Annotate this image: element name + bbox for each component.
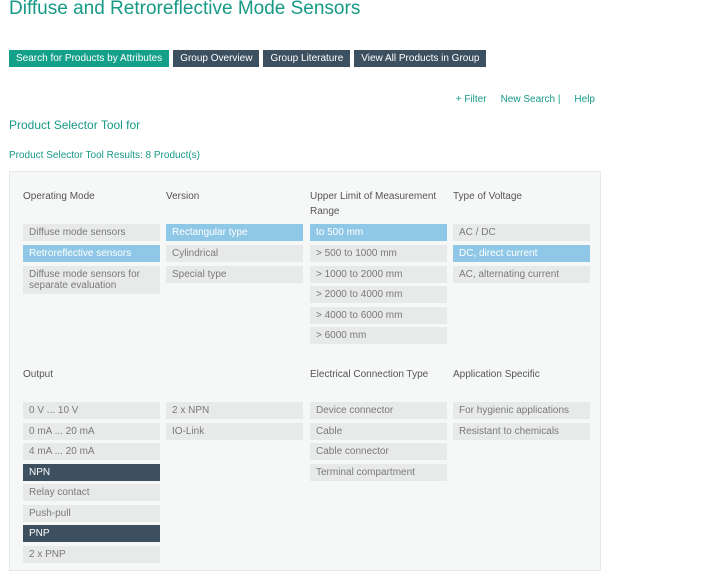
option-cable-connector[interactable]: Cable connector xyxy=(310,443,447,460)
group-tabs: Search for Products by Attributes Group … xyxy=(9,50,490,67)
option-device-connector[interactable]: Device connector xyxy=(310,402,447,419)
option-to-500[interactable]: to 500 mm xyxy=(310,224,447,241)
filter-panel: Operating Mode Diffuse mode sensors Retr… xyxy=(9,171,601,571)
filter-link[interactable]: + Filter xyxy=(456,94,487,105)
voltage-column: Type of Voltage AC / DC DC, direct curre… xyxy=(453,189,590,283)
page-title: Diffuse and Retroreflective Mode Sensors xyxy=(9,0,361,19)
option-4-20ma[interactable]: 4 mA ... 20 mA xyxy=(23,443,160,460)
option-2x-pnp[interactable]: 2 x PNP xyxy=(23,546,160,563)
section-title: Product Selector Tool for xyxy=(9,118,141,132)
option-diffuse-separate[interactable]: Diffuse mode sensors for separate evalua… xyxy=(23,266,160,294)
operating-mode-column: Operating Mode Diffuse mode sensors Retr… xyxy=(23,189,160,294)
option-0-10v[interactable]: 0 V ... 10 V xyxy=(23,402,160,419)
option-cylindrical[interactable]: Cylindrical xyxy=(166,245,303,262)
tab-group-literature[interactable]: Group Literature xyxy=(263,50,351,67)
help-link[interactable]: Help xyxy=(574,94,595,105)
option-2000-4000[interactable]: > 2000 to 4000 mm xyxy=(310,286,447,303)
output-heading: Output xyxy=(23,369,54,380)
option-io-link[interactable]: IO-Link xyxy=(166,423,303,440)
option-cable[interactable]: Cable xyxy=(310,423,447,440)
toolbar-links: + Filter New Search | Help xyxy=(456,94,595,105)
tab-group-overview[interactable]: Group Overview xyxy=(173,50,260,67)
option-npn[interactable]: NPN xyxy=(23,464,160,481)
option-ac-dc[interactable]: AC / DC xyxy=(453,224,590,241)
option-terminal-compartment[interactable]: Terminal compartment xyxy=(310,464,447,481)
output-column: Output 0 V ... 10 V 0 mA ... 20 mA 4 mA … xyxy=(23,367,160,563)
tab-view-all-products[interactable]: View All Products in Group xyxy=(354,50,487,67)
option-resistant-chemicals[interactable]: Resistant to chemicals xyxy=(453,423,590,440)
option-retroreflective[interactable]: Retroreflective sensors xyxy=(23,245,160,262)
option-pnp[interactable]: PNP xyxy=(23,525,160,542)
application-heading: Application Specific xyxy=(453,369,540,380)
version-column: Version Rectangular type Cylindrical Spe… xyxy=(166,189,303,283)
connection-heading: Electrical Connection Type xyxy=(310,369,429,380)
upper-limit-column: Upper Limit of Measurement Range to 500 … xyxy=(310,189,447,344)
option-1000-2000[interactable]: > 1000 to 2000 mm xyxy=(310,266,447,283)
new-search-link[interactable]: New Search | xyxy=(501,94,561,105)
option-500-1000[interactable]: > 500 to 1000 mm xyxy=(310,245,447,262)
upper-limit-heading: Upper Limit of Measurement Range xyxy=(310,191,437,217)
results-count: Product Selector Tool Results: 8 Product… xyxy=(9,150,201,161)
option-hygienic[interactable]: For hygienic applications xyxy=(453,402,590,419)
option-4000-6000[interactable]: > 4000 to 6000 mm xyxy=(310,307,447,324)
version-heading: Version xyxy=(166,191,200,202)
option-ac[interactable]: AC, alternating current xyxy=(453,266,590,283)
tab-search-by-attributes[interactable]: Search for Products by Attributes xyxy=(9,50,170,67)
option-rectangular[interactable]: Rectangular type xyxy=(166,224,303,241)
operating-mode-heading: Operating Mode xyxy=(23,191,95,202)
option-6000[interactable]: > 6000 mm xyxy=(310,327,447,344)
application-column: Application Specific For hygienic applic… xyxy=(453,367,590,440)
option-relay-contact[interactable]: Relay contact xyxy=(23,484,160,501)
voltage-heading: Type of Voltage xyxy=(453,191,522,202)
option-special-type[interactable]: Special type xyxy=(166,266,303,283)
connection-column: Electrical Connection Type Device connec… xyxy=(310,367,447,481)
option-2x-npn[interactable]: 2 x NPN xyxy=(166,402,303,419)
option-push-pull[interactable]: Push-pull xyxy=(23,505,160,522)
option-0-20ma[interactable]: 0 mA ... 20 mA xyxy=(23,423,160,440)
option-dc[interactable]: DC, direct current xyxy=(453,245,590,262)
option-diffuse-mode[interactable]: Diffuse mode sensors xyxy=(23,224,160,241)
